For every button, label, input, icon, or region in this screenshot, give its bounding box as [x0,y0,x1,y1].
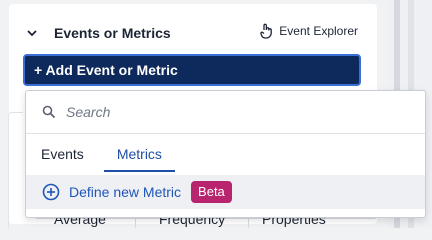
chevron-down-icon[interactable] [24,25,40,41]
event-explorer-label: Event Explorer [279,24,358,38]
background-table-edge [8,112,23,229]
search-input[interactable] [64,103,368,121]
panel-title: Events or Metrics [54,25,171,41]
search-bar [26,91,425,133]
add-event-or-metric-button[interactable]: + Add Event or Metric [23,54,361,86]
define-new-metric-label: Define new Metric [69,184,182,200]
column-header-properties: Properties [262,217,326,227]
define-new-metric-button[interactable]: Define new Metric Beta [26,175,425,209]
column-header-average: Average [54,217,106,227]
event-explorer-icon [260,23,273,39]
column-divider [248,218,249,228]
tab-events[interactable]: Events [41,134,84,174]
add-event-dropdown: Events Metrics Define new Metric Beta [25,90,426,218]
search-icon [42,105,56,119]
beta-badge: Beta [191,181,232,203]
panel-header: Events or Metrics Event Explorer [24,22,364,44]
event-explorer-link[interactable]: Event Explorer [260,23,358,39]
tab-metrics[interactable]: Metrics [103,134,176,174]
column-divider [135,218,136,228]
column-header-frequency: Frequency [159,217,226,227]
plus-circle-icon [42,183,60,201]
dropdown-tabs: Events Metrics [26,134,425,174]
